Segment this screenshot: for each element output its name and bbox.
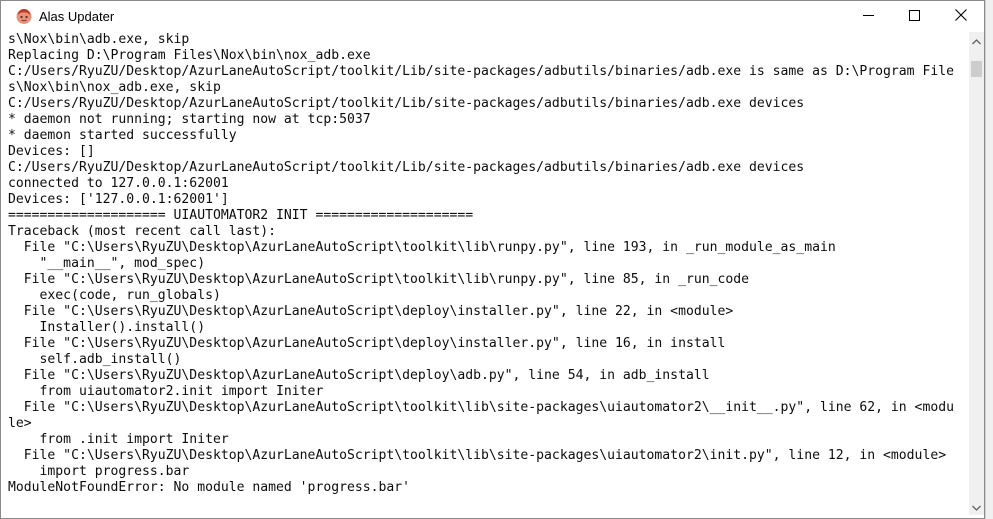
- console-line: File "C:\Users\RyuZU\Desktop\AzurLaneAut…: [8, 400, 954, 415]
- background-window-strip: [985, 0, 993, 519]
- console-line: Traceback (most recent call last):: [8, 224, 277, 239]
- close-icon: [955, 8, 967, 26]
- scroll-up-arrow-icon: [972, 32, 981, 50]
- console-line: s\Nox\bin\adb.exe, skip: [8, 32, 190, 47]
- console-line: Replacing D:\Program Files\Nox\bin\nox_a…: [8, 48, 371, 63]
- console-line: s\Nox\bin\nox_adb.exe, skip: [8, 80, 221, 95]
- console-line: File "C:\Users\RyuZU\Desktop\AzurLaneAut…: [8, 272, 750, 287]
- console-line: File "C:\Users\RyuZU\Desktop\AzurLaneAut…: [8, 304, 734, 319]
- console-line: ==================== UIAUTOMATOR2 INIT =…: [8, 208, 474, 223]
- console-line: ModuleNotFoundError: No module named 'pr…: [8, 480, 411, 495]
- alas-app-icon: [15, 7, 33, 25]
- console-line: File "C:\Users\RyuZU\Desktop\AzurLaneAut…: [8, 240, 836, 255]
- window-title: Alas Updater: [39, 9, 115, 24]
- console-line: Devices: []: [8, 144, 95, 159]
- console-line: * daemon started successfully: [8, 128, 237, 143]
- title-bar[interactable]: Alas Updater: [1, 1, 984, 32]
- console-line: File "C:\Users\RyuZU\Desktop\AzurLaneAut…: [8, 448, 947, 463]
- scroll-up-button[interactable]: [969, 32, 984, 49]
- updater-window: Alas Updater s\Nox\bin\adb.exe, skip Rep…: [0, 0, 985, 519]
- close-button[interactable]: [938, 1, 984, 32]
- console-line: File "C:\Users\RyuZU\Desktop\AzurLaneAut…: [8, 336, 726, 351]
- console-line: C:/Users/RyuZU/Desktop/AzurLaneAutoScrip…: [8, 96, 805, 111]
- console-line: C:/Users/RyuZU/Desktop/AzurLaneAutoScrip…: [8, 160, 805, 175]
- minimize-icon: [862, 8, 874, 26]
- console-line: from .init import Initer: [8, 432, 229, 447]
- console-line: File "C:\Users\RyuZU\Desktop\AzurLaneAut…: [8, 368, 710, 383]
- console-line: exec(code, run_globals): [8, 288, 221, 303]
- scroll-down-button[interactable]: [969, 498, 984, 515]
- console-line: Devices: ['127.0.0.1:62001']: [8, 192, 229, 207]
- console-line: Installer().install(): [8, 320, 206, 335]
- scroll-down-arrow-icon: [972, 498, 981, 516]
- console-line: le>: [8, 416, 32, 431]
- console-line: * daemon not running; starting now at tc…: [8, 112, 371, 127]
- scrollbar-thumb[interactable]: [971, 61, 982, 77]
- console-output[interactable]: s\Nox\bin\adb.exe, skip Replacing D:\Pro…: [1, 32, 969, 518]
- vertical-scrollbar[interactable]: [969, 32, 984, 515]
- maximize-button[interactable]: [891, 1, 937, 32]
- maximize-icon: [908, 8, 920, 26]
- console-line: C:/Users/RyuZU/Desktop/AzurLaneAutoScrip…: [8, 64, 954, 79]
- console-line: import progress.bar: [8, 464, 190, 479]
- console-line: connected to 127.0.0.1:62001: [8, 176, 229, 191]
- console-line: from uiautomator2.init import Initer: [8, 384, 324, 399]
- minimize-button[interactable]: [845, 1, 891, 32]
- console-line: self.adb_install(): [8, 352, 182, 367]
- console-line: "__main__", mod_spec): [8, 256, 206, 271]
